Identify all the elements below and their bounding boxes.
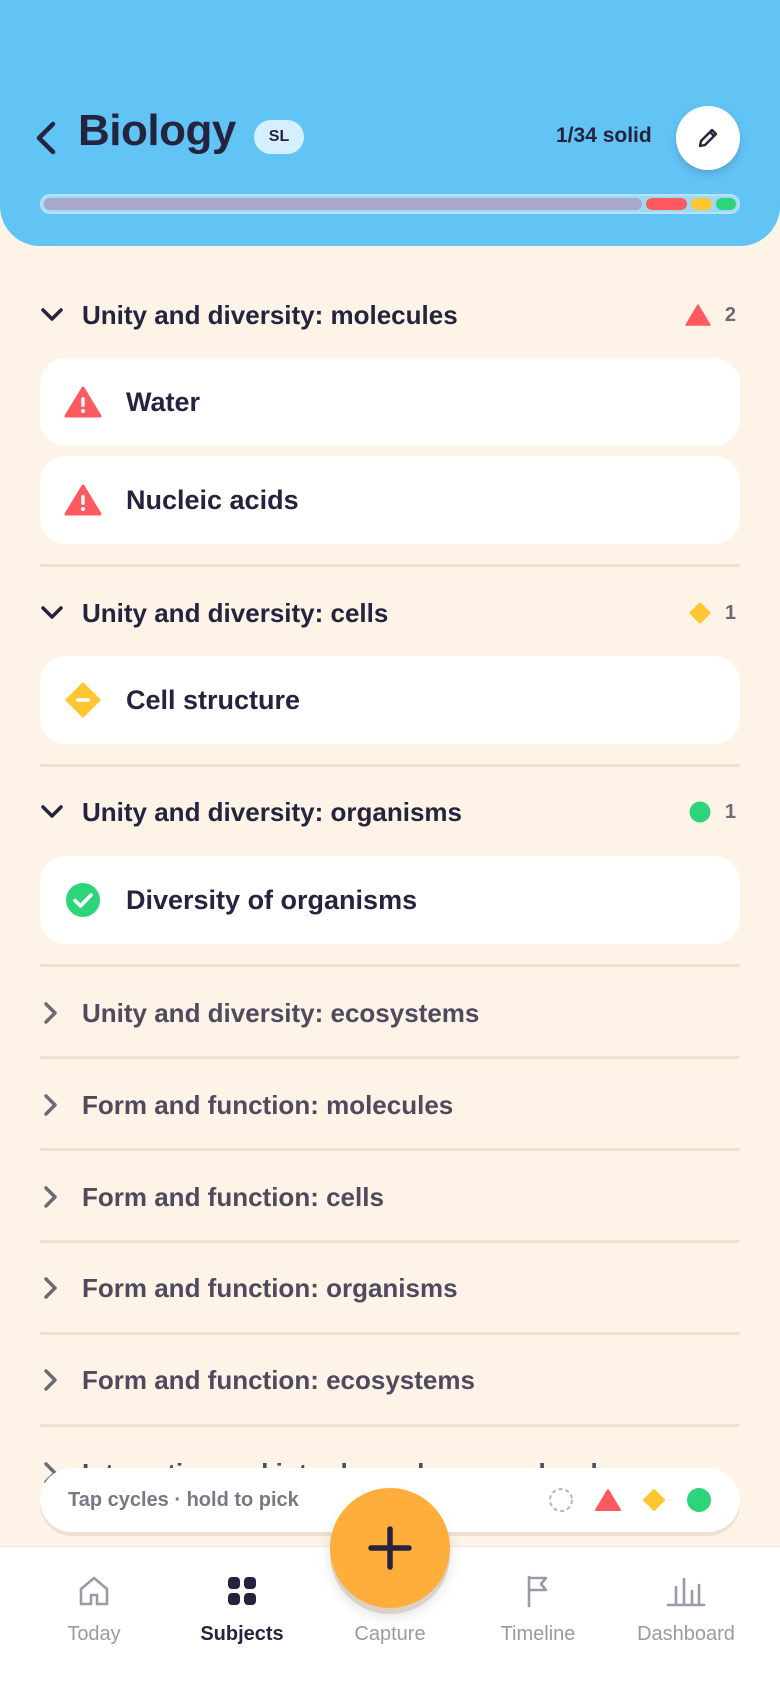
circle-icon	[689, 801, 711, 823]
check-circle-icon	[64, 881, 102, 919]
nav-dashboard[interactable]: Dashboard	[616, 1573, 756, 1646]
page-title: Biology	[78, 106, 236, 155]
section-header[interactable]: Unity and diversity: ecosystems	[40, 993, 740, 1033]
nav-timeline[interactable]: Timeline	[468, 1573, 608, 1646]
divider	[40, 964, 740, 967]
chevron-down-icon	[40, 307, 70, 323]
progress-yellow-segment	[691, 198, 712, 210]
section-status-badge: 1	[689, 792, 736, 832]
topic-card[interactable]: Water	[40, 358, 740, 446]
topic-label: Cell structure	[126, 684, 301, 715]
topic-card[interactable]: Nucleic acids	[40, 456, 740, 544]
nav-label: Subjects	[200, 1623, 284, 1645]
chevron-right-icon	[40, 1093, 70, 1117]
bar-chart-icon	[666, 1573, 706, 1609]
section-status-badge: 1	[689, 593, 736, 633]
section-title: Form and function: ecosystems	[82, 1364, 475, 1395]
nav-subjects[interactable]: Subjects	[172, 1573, 312, 1646]
chevron-right-icon	[40, 1001, 70, 1025]
topic-label: Water	[126, 386, 201, 417]
edit-button[interactable]	[676, 106, 740, 170]
nav-label: Today	[67, 1623, 121, 1645]
status-legend	[548, 1468, 712, 1532]
divider	[40, 764, 740, 767]
diamond-icon	[689, 602, 711, 624]
section-title: Unity and diversity: ecosystems	[82, 997, 480, 1028]
chevron-right-icon	[40, 1368, 70, 1392]
divider	[40, 1332, 740, 1335]
flag-icon	[524, 1573, 552, 1609]
section-title: Form and function: molecules	[82, 1089, 454, 1120]
plus-icon	[368, 1526, 412, 1570]
nav-label: Dashboard	[637, 1623, 735, 1645]
capture-button[interactable]	[330, 1488, 450, 1608]
progress-red-segment	[646, 198, 688, 210]
chevron-left-icon	[36, 121, 56, 155]
green-circle-icon[interactable]	[686, 1487, 712, 1513]
section-title: Unity and diversity: organisms	[82, 796, 462, 827]
chevron-down-icon	[40, 804, 70, 820]
grid-icon	[226, 1573, 258, 1609]
empty-circle-icon[interactable]	[548, 1487, 574, 1513]
hint-text: Tap cycles · hold to pick	[68, 1488, 299, 1511]
topic-card[interactable]: Cell structure	[40, 656, 740, 744]
section-header[interactable]: Form and function: ecosystems	[40, 1360, 740, 1400]
section-status-badge: 2	[685, 295, 736, 335]
nav-today[interactable]: Today	[24, 1573, 164, 1646]
divider	[40, 1148, 740, 1151]
chevron-down-icon	[40, 605, 70, 621]
progress-track-segment	[44, 198, 643, 210]
section-count: 1	[724, 601, 736, 624]
progress-green-segment	[715, 198, 736, 210]
topic-card[interactable]: Diversity of organisms	[40, 856, 740, 944]
nav-label: Capture	[354, 1623, 426, 1645]
divider	[40, 564, 740, 567]
yellow-diamond-icon[interactable]	[642, 1488, 666, 1512]
pencil-icon	[698, 128, 718, 148]
warning-triangle-icon	[64, 481, 102, 519]
section-header[interactable]: Form and function: cells	[40, 1177, 740, 1217]
section-header[interactable]: Unity and diversity: cells 1	[40, 593, 740, 633]
topic-label: Diversity of organisms	[126, 884, 418, 915]
warning-triangle-icon	[64, 383, 102, 421]
divider	[40, 1056, 740, 1059]
section-header[interactable]: Unity and diversity: molecules 2	[40, 295, 740, 335]
home-icon	[77, 1573, 111, 1609]
section-title: Unity and diversity: cells	[82, 597, 389, 628]
section-count: 1	[724, 800, 736, 823]
solid-count: 1/34 solid	[556, 124, 652, 147]
level-badge: SL	[254, 120, 304, 154]
back-button[interactable]	[34, 118, 64, 158]
divider	[40, 1240, 740, 1243]
section-header[interactable]: Unity and diversity: organisms 1	[40, 792, 740, 832]
section-count: 2	[724, 303, 736, 326]
warning-triangle-icon	[685, 304, 711, 326]
section-header[interactable]: Form and function: molecules	[40, 1085, 740, 1125]
chevron-right-icon	[40, 1185, 70, 1209]
header: Biology SL 1/34 solid	[0, 0, 780, 246]
progress-bar	[40, 194, 740, 214]
section-title: Form and function: cells	[82, 1181, 384, 1212]
diamond-icon	[64, 681, 102, 719]
chevron-right-icon	[40, 1276, 70, 1300]
red-triangle-icon[interactable]	[594, 1488, 622, 1512]
section-header[interactable]: Form and function: organisms	[40, 1268, 740, 1308]
section-title: Form and function: organisms	[82, 1272, 458, 1303]
section-title: Unity and diversity: molecules	[82, 299, 458, 330]
topic-label: Nucleic acids	[126, 484, 299, 515]
nav-label: Timeline	[500, 1623, 576, 1645]
divider	[40, 1424, 740, 1427]
